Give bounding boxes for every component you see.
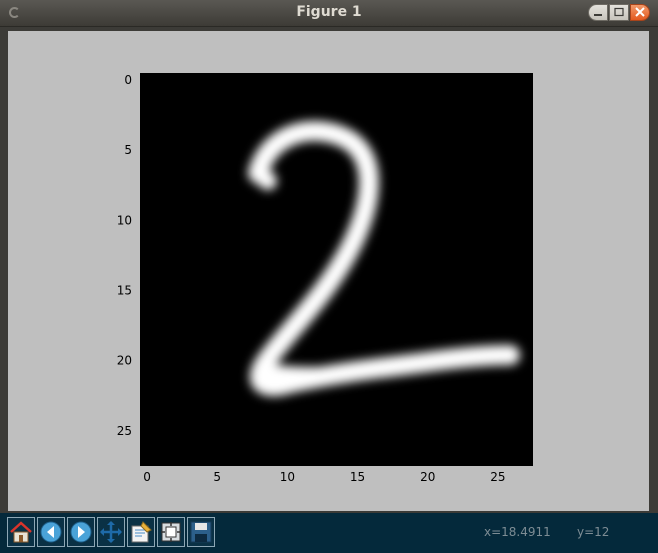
- window-controls: [587, 4, 650, 22]
- save-button[interactable]: [187, 517, 215, 547]
- back-icon: [40, 521, 62, 543]
- forward-icon: [70, 521, 92, 543]
- minimize-button[interactable]: [588, 4, 608, 21]
- maximize-button[interactable]: [609, 4, 629, 21]
- pan-button[interactable]: [97, 517, 125, 547]
- forward-button[interactable]: [67, 517, 95, 547]
- image-axes[interactable]: [140, 73, 533, 466]
- maximize-icon: [614, 7, 624, 17]
- home-button[interactable]: [7, 517, 35, 547]
- home-icon: [10, 521, 32, 543]
- zoom-button[interactable]: [127, 517, 155, 547]
- zoom-icon: [131, 521, 152, 543]
- minimize-icon: [594, 14, 602, 16]
- close-button[interactable]: [630, 4, 650, 21]
- cursor-x-readout: x=18.4911: [484, 525, 551, 539]
- save-icon: [190, 521, 212, 543]
- navigation-toolbar: x=18.4911 y=12: [0, 513, 658, 553]
- window-title: Figure 1: [296, 4, 362, 20]
- close-icon: [635, 7, 645, 17]
- back-button[interactable]: [37, 517, 65, 547]
- figure-window: Figure 1 0 5 10 15 20 25 0 5 10 15 20 25…: [0, 0, 658, 553]
- subplots-icon: [161, 522, 181, 542]
- title-bar[interactable]: Figure 1: [0, 0, 658, 27]
- subplots-button[interactable]: [157, 517, 185, 547]
- pan-icon: [100, 521, 122, 543]
- cursor-y-readout: y=12: [577, 525, 610, 539]
